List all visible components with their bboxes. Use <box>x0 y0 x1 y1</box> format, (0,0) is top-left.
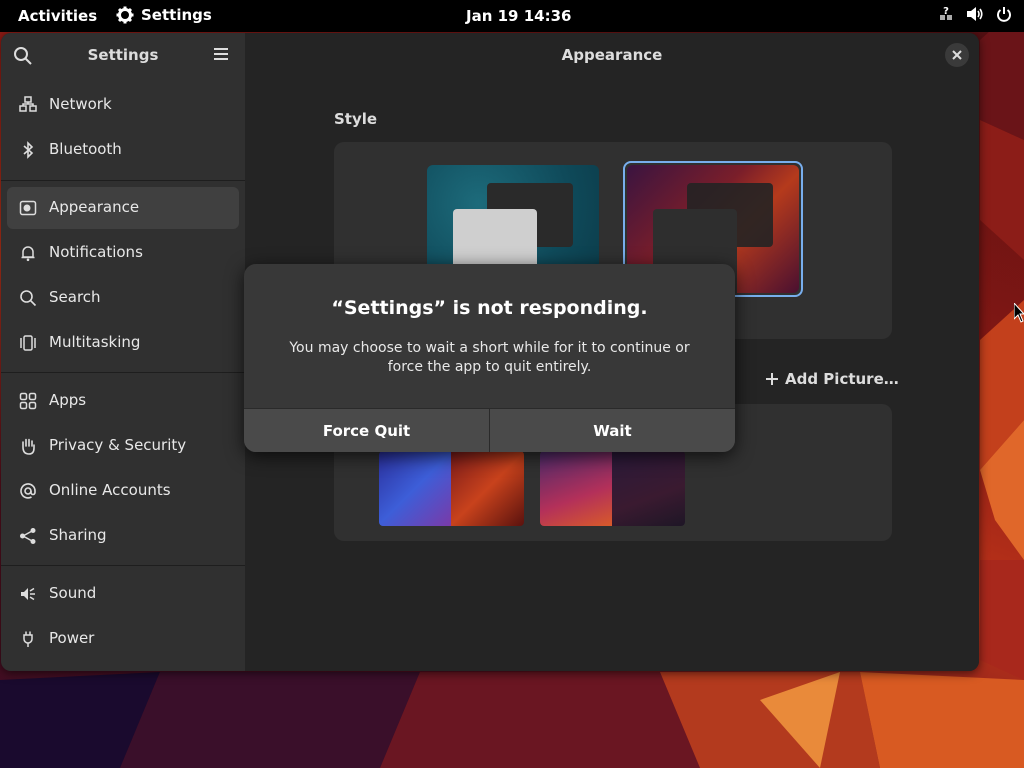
sidebar-item-label: Appearance <box>49 198 140 216</box>
sidebar-item-apps[interactable]: Apps <box>7 380 239 422</box>
sidebar-item-label: Notifications <box>49 243 143 261</box>
at-icon <box>20 483 36 499</box>
sidebar-divider <box>1 372 245 373</box>
sidebar-item-label: Privacy & Security <box>49 436 187 454</box>
sidebar-item-privacy[interactable]: Privacy & Security <box>7 425 239 467</box>
sidebar-header: Settings <box>1 33 245 79</box>
sidebar-item-label: Search <box>49 288 101 306</box>
sidebar-item-label: Bluetooth <box>49 140 122 158</box>
gear-icon <box>116 6 134 24</box>
background-thumbnail[interactable] <box>379 451 524 526</box>
dialog-button-row: Force Quit Wait <box>244 408 735 452</box>
sidebar-divider <box>1 180 245 181</box>
sidebar-title: Settings <box>87 46 159 64</box>
app-name: Settings <box>141 6 212 24</box>
sidebar-item-sharing[interactable]: Sharing <box>7 515 239 557</box>
volume-icon <box>967 7 983 21</box>
sidebar-divider <box>1 565 245 566</box>
sidebar: Settings Network Bluetooth Appearance No… <box>1 33 245 671</box>
bell-icon <box>21 246 35 262</box>
close-icon <box>952 50 962 60</box>
sidebar-item-label: Apps <box>49 391 87 409</box>
sidebar-item-sound[interactable]: Sound <box>7 573 239 615</box>
speaker-icon <box>21 587 35 601</box>
multitasking-icon <box>20 335 36 351</box>
appearance-icon <box>19 200 37 216</box>
mouse-cursor-icon <box>1014 303 1024 323</box>
sidebar-item-appearance[interactable]: Appearance <box>7 187 239 229</box>
sidebar-item-bluetooth[interactable]: Bluetooth <box>7 129 239 171</box>
add-picture-button[interactable]: Add Picture… <box>765 370 899 388</box>
search-icon <box>20 290 37 307</box>
close-button[interactable] <box>945 43 969 67</box>
sidebar-item-power[interactable]: Power <box>7 618 239 660</box>
clock[interactable]: Jan 19 14:36 <box>466 7 571 25</box>
sidebar-item-label: Online Accounts <box>49 481 171 499</box>
share-icon <box>20 528 36 544</box>
top-bar: Activities Settings Jan 19 14:36 ? <box>0 0 1024 32</box>
hand-icon <box>22 438 35 455</box>
sidebar-item-search[interactable]: Search <box>7 277 239 319</box>
dialog-title: “Settings” is not responding. <box>331 297 648 319</box>
sidebar-item-label: Sound <box>49 584 97 602</box>
sidebar-item-multitasking[interactable]: Multitasking <box>7 322 239 364</box>
hamburger-menu-icon[interactable] <box>213 47 229 61</box>
sidebar-item-network[interactable]: Network <box>7 84 239 126</box>
activities-button[interactable]: Activities <box>18 7 97 25</box>
power-icon <box>997 7 1011 22</box>
not-responding-dialog: “Settings” is not responding. You may ch… <box>244 264 735 452</box>
background-thumbnail[interactable] <box>540 451 685 526</box>
sidebar-item-label: Sharing <box>49 526 107 544</box>
sidebar-item-label: Power <box>49 629 95 647</box>
force-quit-button[interactable]: Force Quit <box>244 409 489 452</box>
network-icon <box>19 96 37 112</box>
plus-icon <box>766 373 778 385</box>
system-menu[interactable]: ? <box>938 6 1012 22</box>
page-title: Appearance <box>561 46 663 64</box>
sidebar-item-online-accounts[interactable]: Online Accounts <box>7 470 239 512</box>
style-section-label: Style <box>334 110 378 128</box>
sidebar-item-label: Network <box>49 95 112 113</box>
sidebar-item-label: Multitasking <box>49 333 141 351</box>
sidebar-item-notifications[interactable]: Notifications <box>7 232 239 274</box>
bluetooth-icon <box>23 141 34 159</box>
network-unknown-icon: ? <box>940 6 952 20</box>
app-menu[interactable]: Settings <box>116 6 212 24</box>
add-picture-label: Add Picture… <box>785 370 899 388</box>
power-plug-icon <box>23 631 33 647</box>
wait-button[interactable]: Wait <box>489 409 735 452</box>
dialog-message: You may choose to wait a short while for… <box>289 340 690 375</box>
apps-grid-icon <box>19 392 37 410</box>
svg-text:?: ? <box>943 6 949 17</box>
